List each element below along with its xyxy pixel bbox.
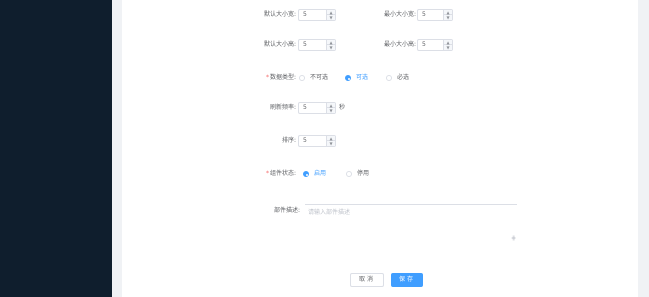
min-height-value: 5 (422, 41, 426, 48)
stepper-controls: ▲ ▼ (326, 136, 335, 146)
default-width-stepper[interactable]: 5 ▲ ▼ (298, 9, 336, 21)
cancel-button[interactable]: 取消 (350, 273, 384, 287)
status-label: *组件状态: (265, 170, 296, 177)
content-gutter (112, 0, 122, 297)
default-width-label: 默认大小宽: (263, 11, 296, 18)
data-type-label: *数据类型: (265, 74, 296, 81)
description-label: 部件描述: (273, 207, 300, 214)
sort-label: 排序: (281, 137, 296, 144)
resize-handle-icon[interactable]: ⋕ (511, 236, 516, 242)
radio-label: 必选 (397, 74, 410, 81)
radio-disabled[interactable]: 停用 (346, 169, 369, 179)
radio-label: 可选 (356, 74, 369, 81)
radio-circle (386, 75, 392, 81)
default-width-value: 5 (303, 11, 307, 18)
default-height-label: 默认大小高: (263, 41, 296, 48)
min-width-stepper[interactable]: 5 ▲ ▼ (417, 9, 453, 21)
radio-circle (299, 75, 305, 81)
refresh-value: 5 (303, 104, 307, 111)
chevron-down-icon[interactable]: ▼ (327, 141, 335, 146)
radio-selectable[interactable]: 可选 (345, 73, 368, 83)
radio-label: 停用 (357, 170, 370, 177)
required-asterisk: * (265, 170, 269, 177)
radio-circle (303, 171, 309, 177)
right-gutter (638, 0, 649, 297)
radio-not-selectable[interactable]: 不可选 (299, 73, 328, 83)
default-height-stepper[interactable]: 5 ▲ ▼ (298, 39, 336, 51)
sort-value: 5 (303, 137, 307, 144)
required-asterisk: * (265, 74, 269, 81)
stepper-controls: ▲ ▼ (443, 10, 452, 20)
min-width-value: 5 (422, 11, 426, 18)
stepper-controls: ▲ ▼ (326, 40, 335, 50)
refresh-stepper[interactable]: 5 ▲ ▼ (298, 102, 336, 114)
min-height-stepper[interactable]: 5 ▲ ▼ (417, 39, 453, 51)
sidebar (0, 0, 112, 297)
chevron-down-icon[interactable]: ▼ (327, 45, 335, 50)
stepper-controls: ▲ ▼ (326, 10, 335, 20)
radio-label: 不可选 (310, 74, 329, 81)
radio-circle (345, 75, 351, 81)
refresh-label: 刷新频率: (269, 104, 296, 111)
chevron-down-icon[interactable]: ▼ (444, 15, 452, 20)
sort-stepper[interactable]: 5 ▲ ▼ (298, 135, 336, 147)
chevron-down-icon[interactable]: ▼ (327, 108, 335, 113)
radio-circle (346, 171, 352, 177)
min-height-label: 最小大小高: (383, 41, 416, 48)
stepper-controls: ▲ ▼ (443, 40, 452, 50)
radio-enabled[interactable]: 启用 (303, 169, 326, 179)
chevron-down-icon[interactable]: ▼ (444, 45, 452, 50)
description-textarea[interactable]: 请输入部件描述 ⋕ (305, 204, 517, 244)
chevron-down-icon[interactable]: ▼ (327, 15, 335, 20)
description-placeholder: 请输入部件描述 (308, 209, 351, 216)
radio-label: 启用 (314, 170, 327, 177)
default-height-value: 5 (303, 41, 307, 48)
stepper-controls: ▲ ▼ (326, 103, 335, 113)
refresh-unit: 秒 (339, 104, 346, 111)
save-button[interactable]: 保存 (391, 273, 423, 287)
min-width-label: 最小大小宽: (383, 11, 416, 18)
radio-required[interactable]: 必选 (386, 73, 409, 83)
